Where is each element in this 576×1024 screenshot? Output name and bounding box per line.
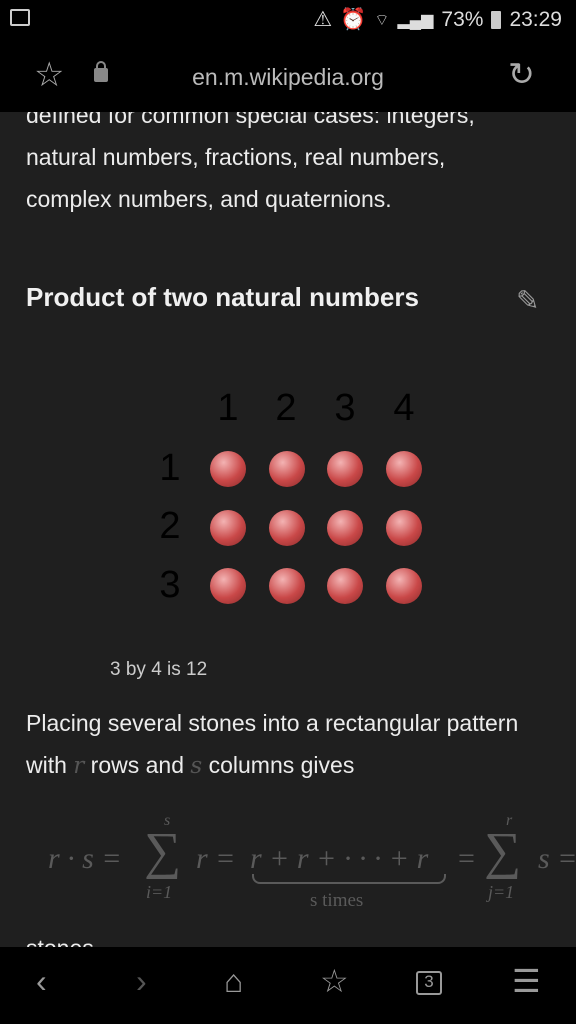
back-icon[interactable]: ‹	[36, 965, 47, 997]
image-caption: 3 by 4 is 12	[110, 659, 208, 680]
stone	[268, 451, 305, 487]
stone	[210, 451, 246, 487]
reload-icon[interactable]: ↻	[508, 58, 535, 90]
text: columns gives	[202, 752, 355, 778]
wifi-icon: ⌔	[374, 11, 390, 29]
row-label: 2	[159, 505, 181, 547]
sum-bottom: j=1	[488, 882, 515, 902]
alarm-icon: ⏰	[340, 7, 367, 31]
col-label: 4	[393, 387, 415, 429]
col-label: 2	[275, 387, 297, 429]
stone	[385, 509, 422, 546]
equals: =	[458, 842, 475, 875]
text: rows and	[84, 752, 191, 778]
col-label: 3	[334, 387, 356, 429]
stone	[327, 451, 363, 487]
battery-level: 73%	[441, 7, 484, 31]
clock: 23:29	[509, 7, 562, 31]
stone	[327, 568, 363, 604]
signal-icon: ▂▄▆	[397, 11, 434, 29]
stone	[327, 509, 363, 546]
var-r: r	[73, 753, 85, 779]
stone	[210, 568, 246, 604]
stone	[385, 451, 422, 487]
formula-tail: s =	[538, 842, 576, 875]
tabs-count: 3	[424, 972, 434, 991]
article-content: defined for common special cases: intege…	[0, 112, 576, 947]
stone	[268, 509, 305, 546]
row-label: 3	[159, 564, 181, 606]
url-bar: ☆ en.m.wikipedia.org ↻	[0, 40, 576, 112]
tabs-button[interactable]: 3	[416, 971, 442, 995]
underbrace	[252, 874, 446, 884]
stone	[268, 568, 305, 604]
home-icon[interactable]: ⌂	[224, 965, 243, 997]
sync-icon: ⚠	[313, 8, 333, 31]
bottom-toolbar: ‹ › ⌂ ☆ 3 ☰	[0, 947, 576, 1024]
brace-label: s times	[310, 890, 364, 911]
paragraph: Placing several stones into a rectangula…	[26, 702, 526, 787]
formula-expansion: r + r + · · · + r	[250, 842, 429, 875]
formula-mid: r =	[196, 842, 236, 875]
var-s: s	[190, 753, 203, 779]
next-cut-text: stones	[26, 927, 556, 947]
stone	[210, 509, 246, 546]
sum-sign: ∑	[144, 823, 182, 880]
image-icon	[10, 9, 30, 26]
sum-bottom: i=1	[146, 882, 173, 902]
stones-diagram[interactable]: 1 2 3 4 1 2 3	[150, 387, 430, 607]
edit-pencil-icon[interactable]: ✎	[516, 284, 539, 317]
url-field[interactable]: en.m.wikipedia.org	[0, 64, 576, 91]
section-heading: Product of two natural numbers	[26, 282, 419, 312]
stone	[385, 568, 422, 604]
status-bar: ⚠ ⏰ ⌔ ▂▄▆ 73% 23:29	[0, 0, 576, 40]
sum-sign: ∑	[484, 823, 522, 880]
intro-text: natural numbers, fractions, real numbers…	[26, 144, 446, 212]
math-formula: r · s = s ∑ i=1 r = r + r + · · · + r s …	[48, 812, 576, 922]
formula-lhs: r · s =	[48, 842, 122, 875]
intro-cut-text: defined for common special cases: intege…	[26, 112, 475, 128]
menu-icon[interactable]: ☰	[512, 965, 541, 997]
forward-icon[interactable]: ›	[136, 965, 147, 997]
row-label: 1	[159, 447, 181, 489]
col-label: 1	[217, 387, 239, 429]
bookmarks-icon[interactable]: ☆	[320, 965, 349, 997]
battery-icon	[491, 10, 502, 29]
